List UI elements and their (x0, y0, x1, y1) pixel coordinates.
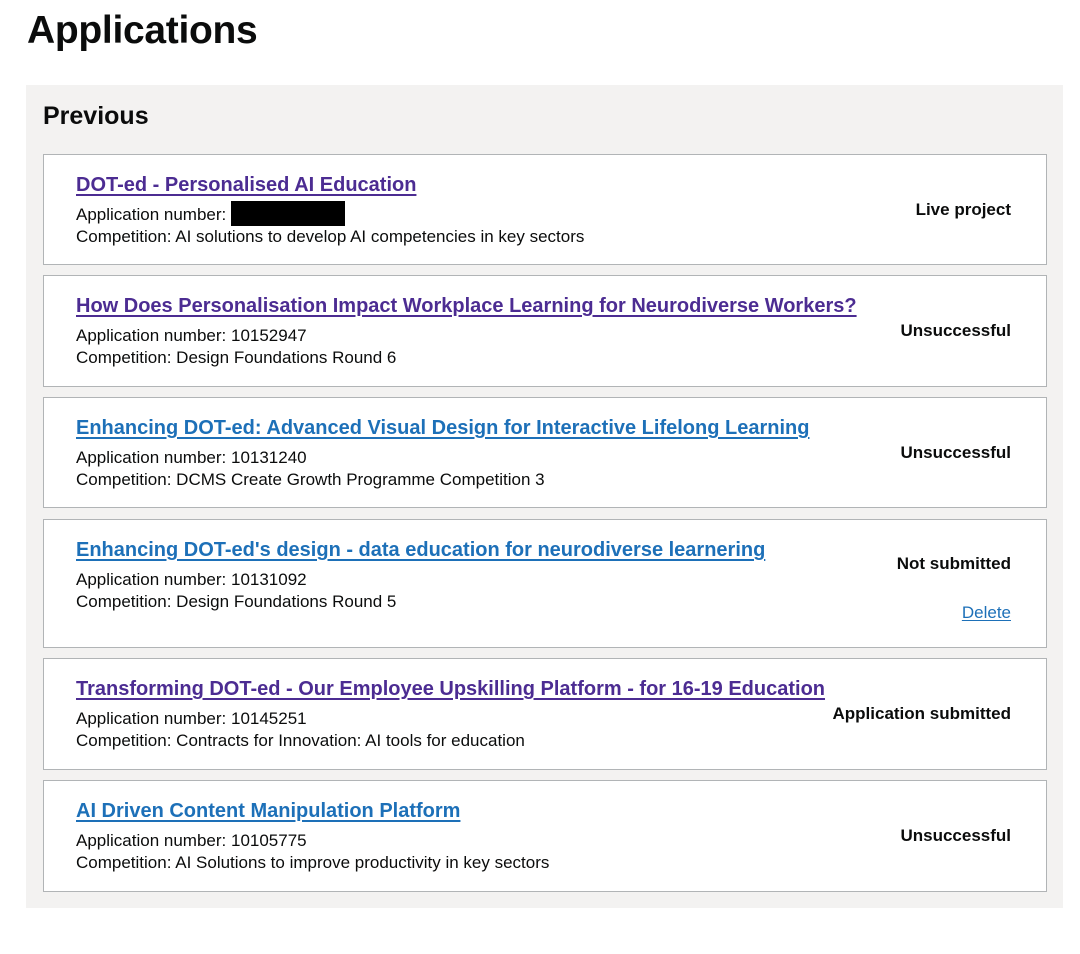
competition-value: AI solutions to develop AI competencies … (175, 227, 585, 246)
competition-label: Competition: (76, 592, 177, 611)
application-number-label: Application number: (76, 570, 231, 589)
competition-value: Design Foundations Round 6 (176, 348, 397, 367)
page-title: Applications (27, 9, 258, 52)
application-title-link[interactable]: DOT-ed - Personalised AI Education (76, 172, 416, 198)
application-card: AI Driven Content Manipulation Platform … (43, 780, 1047, 892)
competition: Competition: AI solutions to develop AI … (76, 226, 584, 248)
application-number-label: Application number: (76, 709, 231, 728)
application-title-link[interactable]: How Does Personalisation Impact Workplac… (76, 293, 857, 319)
application-card: DOT-ed - Personalised AI Education Appli… (43, 154, 1047, 265)
competition-label: Competition: (76, 853, 176, 872)
application-number-value: 10145251 (230, 709, 307, 728)
application-number-label: Application number: (76, 831, 231, 850)
competition: Competition: Design Foundations Round 6 (76, 347, 396, 369)
application-number-value: 10152947 (230, 326, 307, 345)
competition-value: Design Foundations Round 5 (176, 592, 397, 611)
application-title-link[interactable]: Transforming DOT-ed - Our Employee Upski… (76, 676, 825, 702)
application-number: Application number: 10131240 (76, 447, 307, 469)
application-number: Application number: (76, 200, 345, 226)
application-number-value: 10131240 (230, 448, 307, 467)
application-card: Enhancing DOT-ed: Advanced Visual Design… (43, 397, 1047, 508)
competition-value: DCMS Create Growth Programme Competition… (176, 470, 545, 489)
competition-label: Competition: (76, 348, 177, 367)
application-number: Application number: 10105775 (76, 830, 307, 852)
application-card: Transforming DOT-ed - Our Employee Upski… (43, 658, 1047, 770)
application-card: How Does Personalisation Impact Workplac… (43, 275, 1047, 387)
application-number: Application number: 10131092 (76, 569, 307, 591)
competition: Competition: Design Foundations Round 5 (76, 591, 396, 613)
status-label: Not submitted (896, 554, 1011, 573)
application-title-link[interactable]: Enhancing DOT-ed's design - data educati… (76, 537, 765, 563)
application-card: Enhancing DOT-ed's design - data educati… (43, 519, 1047, 648)
competition: Competition: Contracts for Innovation: A… (76, 730, 525, 752)
application-number-value: 10131092 (230, 570, 307, 589)
status-label: Unsuccessful (900, 321, 1011, 340)
application-title-link[interactable]: Enhancing DOT-ed: Advanced Visual Design… (76, 415, 809, 441)
status-label: Unsuccessful (900, 443, 1011, 462)
competition: Competition: AI Solutions to improve pro… (76, 852, 549, 874)
application-number: Application number: 10145251 (76, 708, 307, 730)
application-number-label: Application number: (76, 326, 231, 345)
section-title: Previous (43, 102, 149, 130)
previous-applications-panel: Previous DOT-ed - Personalised AI Educat… (26, 85, 1063, 908)
competition-value: AI Solutions to improve productivity in … (175, 853, 550, 872)
status-label: Live project (915, 200, 1011, 219)
status-label: Application submitted (832, 704, 1012, 723)
status-label: Unsuccessful (900, 826, 1011, 845)
redacted-application-number (230, 200, 345, 226)
competition-label: Competition: (76, 227, 176, 246)
application-title-link[interactable]: AI Driven Content Manipulation Platform (76, 798, 460, 824)
application-number-value: 10105775 (230, 831, 307, 850)
delete-link[interactable]: Delete (962, 602, 1011, 624)
competition: Competition: DCMS Create Growth Programm… (76, 469, 545, 491)
application-number-label: Application number: (76, 448, 231, 467)
competition-value: Contracts for Innovation: AI tools for e… (176, 731, 525, 750)
application-number-label: Application number: (76, 205, 231, 224)
competition-label: Competition: (76, 470, 177, 489)
competition-label: Competition: (76, 731, 177, 750)
application-number: Application number: 10152947 (76, 325, 307, 347)
